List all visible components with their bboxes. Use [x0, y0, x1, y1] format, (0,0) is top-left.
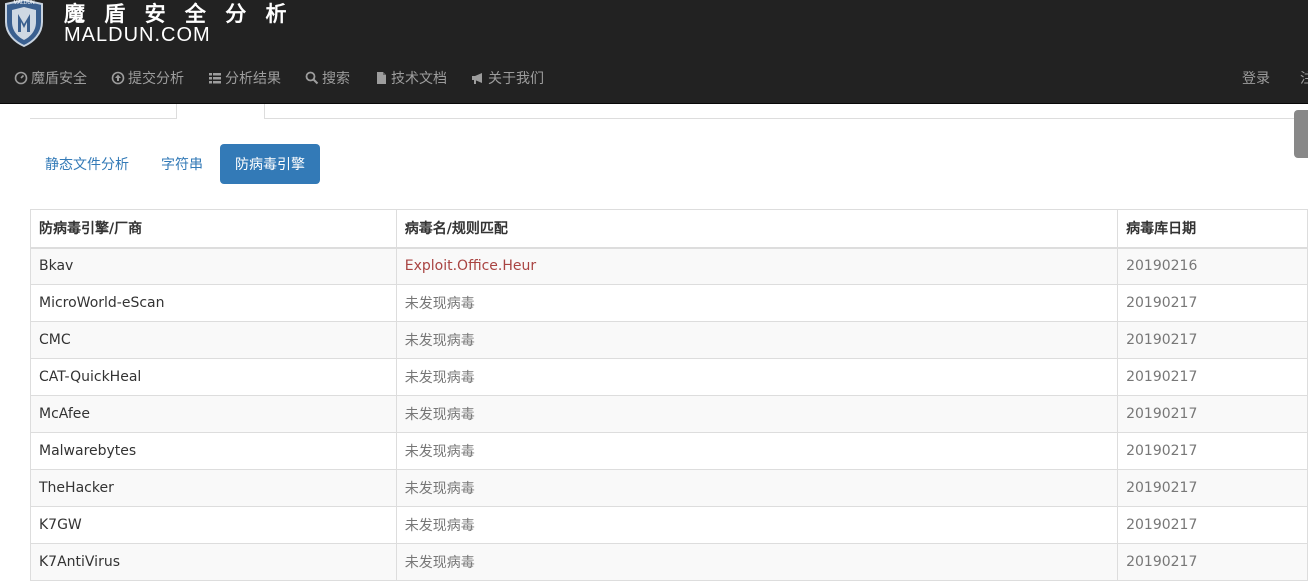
file-icon: [377, 72, 386, 84]
table-row: Bkav Exploit.Office.Heur 20190216: [30, 247, 1308, 285]
search-icon: [305, 71, 319, 85]
result-cell: 未发现病毒: [395, 321, 1119, 359]
brand-name-cn: 魔 盾 安 全 分 析: [64, 2, 293, 26]
engine-cell: CAT-QuickHeal: [30, 358, 397, 396]
nav-label: 魔盾安全: [31, 71, 87, 87]
nav-label: 分析结果: [225, 71, 281, 87]
dashboard-icon: [14, 71, 28, 85]
table-row: K7GW 未发现病毒 20190217: [30, 506, 1308, 544]
engine-cell: MicroWorld-eScan: [30, 284, 397, 322]
result-cell: 未发现病毒: [395, 469, 1119, 507]
date-cell: 20190217: [1117, 543, 1308, 581]
result-cell: 未发现病毒: [395, 543, 1119, 581]
outer-tab-stub: [30, 104, 176, 118]
register-link[interactable]: 注: [1300, 56, 1308, 100]
date-cell: 20190217: [1117, 284, 1308, 322]
main-nav: 魔盾安全 提交分析 分析结果 搜索 技术文档 关于我们: [0, 56, 554, 100]
engine-cell: K7GW: [30, 506, 397, 544]
result-cell: 未发现病毒: [395, 284, 1119, 322]
table-row: K7AntiVirus 未发现病毒 20190217: [30, 543, 1308, 581]
date-cell: 20190217: [1117, 358, 1308, 396]
shield-logo-icon: MALDUN: [5, 0, 43, 48]
login-link[interactable]: 登录: [1242, 56, 1270, 100]
result-cell: 未发现病毒: [395, 358, 1119, 396]
date-cell: 20190217: [1117, 395, 1308, 433]
outer-active-tab[interactable]: [176, 104, 265, 119]
column-header-result: 病毒名/规则匹配: [395, 209, 1119, 249]
tab-strings[interactable]: 字符串: [146, 144, 218, 184]
top-navbar: MALDUN 魔 盾 安 全 分 析 MALDUN.COM 魔盾安全 提交分析 …: [0, 0, 1308, 104]
table-row: MicroWorld-eScan 未发现病毒 20190217: [30, 284, 1308, 322]
engine-cell: TheHacker: [30, 469, 397, 507]
list-icon: [209, 73, 221, 84]
date-cell: 20190217: [1117, 469, 1308, 507]
engine-cell: CMC: [30, 321, 397, 359]
engine-cell: Bkav: [30, 247, 397, 285]
table-row: CAT-QuickHeal 未发现病毒 20190217: [30, 358, 1308, 396]
logo-text: MALDUN: [13, 0, 35, 6]
nav-item-about[interactable]: 关于我们: [457, 56, 554, 100]
nav-label: 搜索: [322, 71, 350, 87]
nav-label: 提交分析: [128, 71, 184, 87]
nav-item-results[interactable]: 分析结果: [194, 56, 291, 100]
upload-circle-icon: [111, 71, 125, 85]
date-cell: 20190216: [1117, 247, 1308, 285]
table-row: Malwarebytes 未发现病毒 20190217: [30, 432, 1308, 470]
analysis-tabs: 静态文件分析 字符串 防病毒引擎: [30, 144, 322, 184]
table-body: Bkav Exploit.Office.Heur 20190216 MicroWorl…: [30, 247, 1308, 581]
date-cell: 20190217: [1117, 432, 1308, 470]
result-cell: 未发现病毒: [395, 432, 1119, 470]
bullhorn-icon: [472, 73, 482, 84]
engine-cell: K7AntiVirus: [30, 543, 397, 581]
engine-cell: McAfee: [30, 395, 397, 433]
table-row: McAfee 未发现病毒 20190217: [30, 395, 1308, 433]
nav-item-home[interactable]: 魔盾安全: [0, 56, 97, 100]
engine-cell: Malwarebytes: [30, 432, 397, 470]
nav-label: 关于我们: [488, 71, 544, 87]
result-cell: Exploit.Office.Heur: [395, 247, 1119, 285]
date-cell: 20190217: [1117, 506, 1308, 544]
nav-item-docs[interactable]: 技术文档: [360, 56, 457, 100]
table-header-row: 防病毒引擎/厂商 病毒名/规则匹配 病毒库日期: [30, 209, 1308, 249]
table-row: TheHacker 未发现病毒 20190217: [30, 469, 1308, 507]
column-header-date: 病毒库日期: [1117, 209, 1308, 249]
nav-item-search[interactable]: 搜索: [291, 56, 360, 100]
brand-text: 魔 盾 安 全 分 析 MALDUN.COM: [64, 2, 293, 46]
result-cell: 未发现病毒: [395, 395, 1119, 433]
tab-antivirus[interactable]: 防病毒引擎: [220, 144, 320, 184]
nav-label: 技术文档: [391, 71, 447, 87]
antivirus-results-table: 防病毒引擎/厂商 病毒名/规则匹配 病毒库日期 Bkav Exploit.Offi…: [30, 209, 1308, 581]
date-cell: 20190217: [1117, 321, 1308, 359]
tab-static-analysis[interactable]: 静态文件分析: [30, 144, 144, 184]
brand-name-en: MALDUN.COM: [64, 24, 211, 46]
result-cell: 未发现病毒: [395, 506, 1119, 544]
nav-item-submit[interactable]: 提交分析: [97, 56, 194, 100]
table-row: CMC 未发现病毒 20190217: [30, 321, 1308, 359]
scrollbar-handle[interactable]: [1294, 110, 1308, 158]
column-header-engine: 防病毒引擎/厂商: [30, 209, 397, 249]
